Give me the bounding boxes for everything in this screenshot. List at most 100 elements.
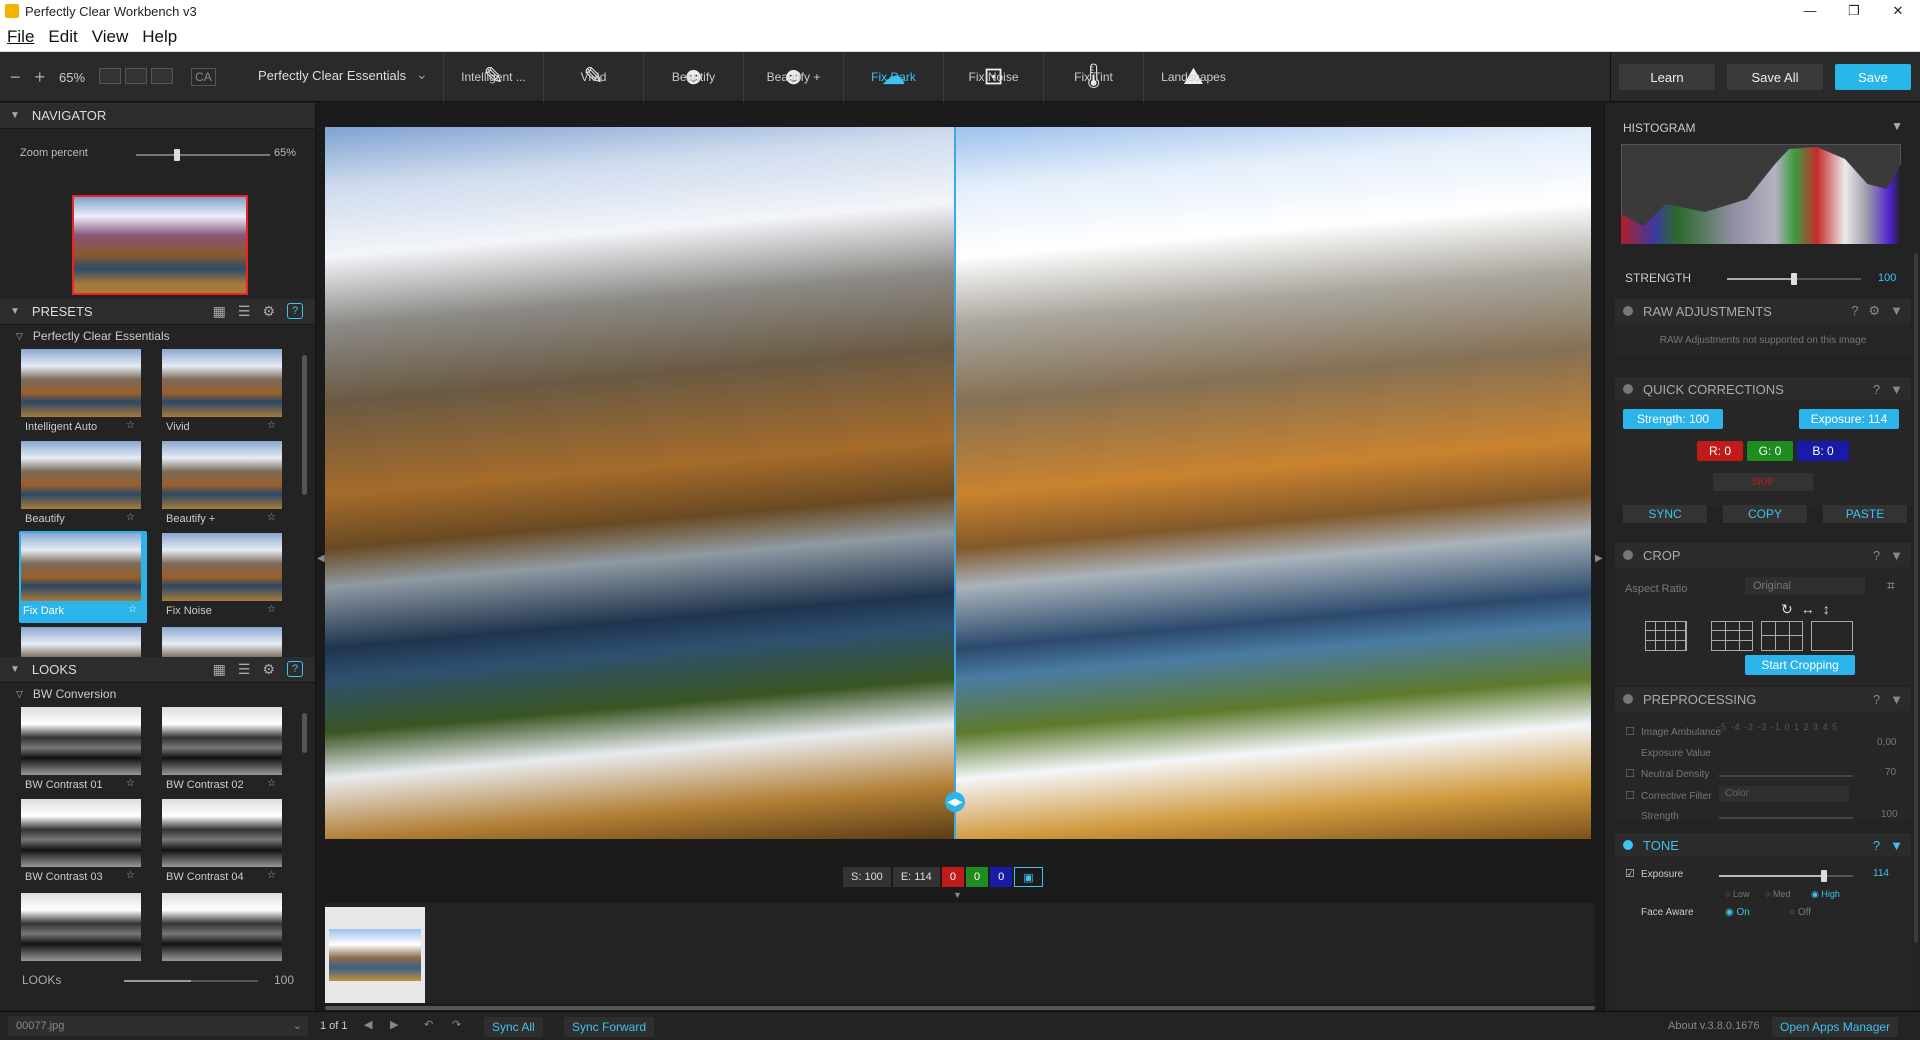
gear-icon[interactable]: ⚙ bbox=[262, 303, 275, 320]
chevron-down-icon[interactable]: ⌄ bbox=[416, 66, 428, 83]
favorite-star-icon[interactable]: ☆ bbox=[267, 512, 276, 523]
preset-tool-noise[interactable]: ⊡ Fix Noise bbox=[943, 52, 1043, 102]
section-toggle-icon[interactable] bbox=[1623, 384, 1633, 394]
look-thumbnail[interactable]: BW Contrast 01 ☆ bbox=[21, 705, 145, 797]
tone-exposure-checkbox[interactable]: ☑ bbox=[1625, 867, 1635, 880]
chevron-down-icon[interactable]: ⌄ bbox=[293, 1016, 308, 1036]
grid-view-icon[interactable]: ▦ bbox=[213, 661, 226, 678]
favorite-star-icon[interactable]: ☆ bbox=[267, 604, 276, 615]
level-med-radio[interactable]: ○ Med bbox=[1765, 889, 1790, 899]
favorite-star-icon[interactable]: ☆ bbox=[128, 604, 137, 615]
crop-grid-fine-icon[interactable] bbox=[1645, 621, 1687, 651]
strength-slider-handle[interactable] bbox=[1791, 273, 1797, 285]
face-aware-on-radio[interactable]: ◉ On bbox=[1725, 907, 1750, 918]
maximize-button[interactable]: ❐ bbox=[1832, 0, 1876, 22]
face-aware-off-radio[interactable]: ○ Off bbox=[1789, 907, 1811, 918]
collapse-icon[interactable]: ▼ bbox=[10, 664, 20, 675]
red-tag[interactable]: R: 0 bbox=[1697, 441, 1743, 461]
preset-thumbnail[interactable]: Beautify ☆ bbox=[21, 439, 145, 531]
preprocessing-header[interactable]: PREPROCESSING ? ▼ bbox=[1615, 687, 1911, 711]
look-thumbnail[interactable] bbox=[21, 891, 145, 979]
menu-help[interactable]: Help bbox=[135, 27, 184, 47]
zoom-slider-handle[interactable] bbox=[173, 149, 180, 161]
crop-grid-thirds-icon[interactable] bbox=[1711, 621, 1753, 651]
level-low-radio[interactable]: ○ Low bbox=[1725, 889, 1749, 899]
rotate-icon[interactable]: ↻ bbox=[1781, 601, 1801, 617]
crop-header[interactable]: CROP ? ▼ bbox=[1615, 543, 1911, 567]
preset-thumbnail[interactable]: Fix Dark ☆ bbox=[19, 531, 147, 623]
preset-tool-hd-brush[interactable]: ✎ Intelligent ... bbox=[443, 52, 543, 102]
blue-tag[interactable]: B: 0 bbox=[1797, 441, 1849, 461]
level-high-radio[interactable]: ◉ High bbox=[1811, 889, 1840, 900]
navigator-header[interactable]: ▼ NAVIGATOR bbox=[0, 103, 315, 129]
section-toggle-icon[interactable] bbox=[1623, 694, 1633, 704]
paste-button[interactable]: PASTE bbox=[1823, 505, 1907, 523]
exposure-tag[interactable]: Exposure: 114 bbox=[1799, 409, 1899, 429]
collapse-icon[interactable]: ▼ bbox=[1890, 838, 1903, 853]
section-toggle-icon[interactable] bbox=[1623, 306, 1633, 316]
corrective-filter-checkbox[interactable]: ☐ bbox=[1625, 789, 1635, 802]
crop-tool-icon[interactable]: ⌗ bbox=[1887, 577, 1895, 594]
close-button[interactable]: ✕ bbox=[1876, 0, 1920, 22]
corrective-filter-select[interactable]: Color bbox=[1719, 786, 1849, 802]
section-toggle-icon[interactable] bbox=[1623, 840, 1633, 850]
help-icon[interactable]: ? bbox=[1873, 838, 1880, 853]
preset-tool-face-plus[interactable]: ☻ Beautify + bbox=[743, 52, 843, 102]
split-handle-icon[interactable]: ◀▶ bbox=[945, 792, 965, 812]
zoom-in-icon[interactable]: + bbox=[35, 67, 46, 88]
preset-tool-face[interactable]: ☻ Beautify bbox=[643, 52, 743, 102]
aspect-ratio-select[interactable]: Original bbox=[1745, 577, 1865, 595]
favorite-star-icon[interactable]: ☆ bbox=[126, 420, 135, 431]
neutral-density-checkbox[interactable]: ☐ bbox=[1625, 767, 1635, 780]
list-view-icon[interactable]: ☰ bbox=[238, 303, 251, 320]
preset-group-header[interactable]: ▽ Perfectly Clear Essentials bbox=[0, 325, 315, 347]
preset-thumbnail[interactable] bbox=[21, 625, 145, 657]
view-side-by-side-icon[interactable] bbox=[151, 67, 174, 84]
look-thumbnail[interactable]: BW Contrast 03 ☆ bbox=[21, 797, 145, 889]
view-split-icon[interactable] bbox=[125, 67, 148, 84]
help-icon[interactable]: ? bbox=[1873, 548, 1880, 563]
looks-group-header[interactable]: ▽ BW Conversion bbox=[0, 683, 315, 705]
preset-group-select[interactable]: Perfectly Clear Essentials bbox=[258, 68, 406, 83]
ambulance-checkbox[interactable]: ☐ bbox=[1625, 725, 1635, 738]
minimize-button[interactable]: — bbox=[1788, 0, 1832, 22]
split-divider[interactable] bbox=[954, 127, 956, 839]
ambulance-scale[interactable]: -5 -4 -3 -2 -1 0 1 2 3 4 5 bbox=[1717, 722, 1838, 732]
sync-forward-button[interactable]: Sync Forward bbox=[564, 1017, 655, 1037]
start-cropping-button[interactable]: Start Cropping bbox=[1745, 655, 1855, 675]
learn-button[interactable]: Learn bbox=[1619, 64, 1715, 90]
favorite-star-icon[interactable]: ☆ bbox=[267, 870, 276, 881]
looks-header[interactable]: ▼ LOOKS ▦ ☰ ⚙ ? bbox=[0, 657, 315, 683]
filmstrip-scrollbar[interactable] bbox=[325, 1006, 1595, 1010]
looks-scrollbar[interactable] bbox=[302, 713, 307, 753]
gear-icon[interactable]: ⚙ bbox=[1868, 303, 1880, 319]
collapse-right-icon[interactable]: ▶ bbox=[1595, 553, 1603, 564]
zoom-slider[interactable] bbox=[136, 154, 270, 156]
undo-icon[interactable]: ↶ bbox=[424, 1018, 433, 1031]
collapse-icon[interactable]: ▼ bbox=[1890, 303, 1903, 319]
crop-grid-golden-icon[interactable] bbox=[1761, 621, 1803, 651]
right-panel-scrollbar[interactable] bbox=[1914, 253, 1918, 943]
grid-view-icon[interactable]: ▦ bbox=[213, 303, 226, 320]
redo-icon[interactable]: ↷ bbox=[452, 1018, 461, 1031]
preset-thumbnail[interactable]: Beautify + ☆ bbox=[162, 439, 286, 531]
save-button[interactable]: Save bbox=[1835, 64, 1911, 90]
favorite-star-icon[interactable]: ☆ bbox=[267, 778, 276, 789]
favorite-star-icon[interactable]: ☆ bbox=[267, 420, 276, 431]
view-single-icon[interactable] bbox=[99, 67, 122, 84]
preset-tool-clouds[interactable]: ☁ Fix Dark bbox=[843, 52, 943, 102]
prev-image-icon[interactable]: ◀ bbox=[364, 1018, 372, 1031]
collapse-icon[interactable]: ▼ bbox=[1890, 692, 1903, 707]
gear-icon[interactable]: ⚙ bbox=[262, 661, 275, 678]
raw-adjustments-header[interactable]: RAW ADJUSTMENTS ? ⚙ ▼ bbox=[1615, 299, 1911, 323]
sync-button[interactable]: SYNC bbox=[1623, 505, 1707, 523]
ca-toggle-button[interactable]: CA bbox=[191, 68, 216, 86]
help-icon[interactable]: ? bbox=[1851, 303, 1858, 319]
favorite-star-icon[interactable]: ☆ bbox=[126, 512, 135, 523]
zoom-out-icon[interactable]: − bbox=[10, 67, 21, 88]
menu-edit[interactable]: Edit bbox=[41, 27, 84, 47]
open-apps-manager-button[interactable]: Open Apps Manager bbox=[1772, 1017, 1899, 1037]
tone-exposure-handle[interactable] bbox=[1820, 870, 1827, 882]
preset-thumbnail[interactable] bbox=[162, 625, 286, 657]
collapse-left-icon[interactable]: ◀ bbox=[317, 553, 325, 564]
